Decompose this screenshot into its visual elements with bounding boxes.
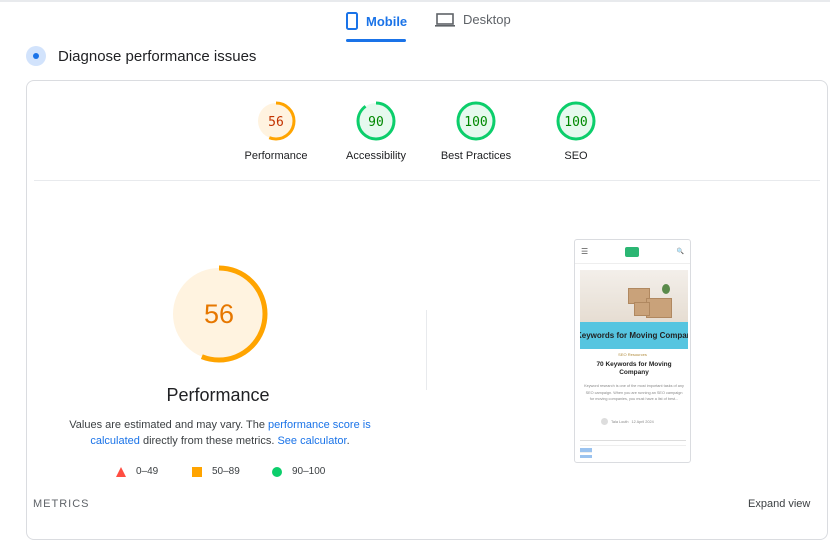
tab-label: Mobile	[366, 13, 408, 29]
search-icon: 🔍	[676, 249, 684, 255]
score-gauge-best-practices[interactable]: 100 Best Practices	[426, 100, 526, 162]
circle-icon	[272, 466, 282, 477]
legend-fail: 0–49	[116, 466, 158, 477]
tab-label: Desktop	[463, 12, 511, 27]
post-meta: Tala Louth 12 April 2024	[601, 418, 654, 425]
expand-view-button[interactable]: Expand view	[748, 498, 810, 510]
square-icon	[192, 466, 202, 477]
tab-mobile[interactable]: Mobile	[346, 12, 407, 30]
smartphone-icon	[346, 12, 358, 30]
divider	[34, 180, 820, 181]
post-excerpt: Keyword research is one of the most impo…	[584, 384, 684, 401]
performance-score-large: 56	[204, 299, 234, 329]
score-gauge-accessibility[interactable]: 90 Accessibility	[326, 100, 426, 162]
score-value: 56	[268, 115, 284, 130]
score-note: Values are estimated and may vary. The p…	[50, 417, 390, 449]
score-gauge-performance[interactable]: 56 Performance	[226, 100, 326, 162]
legend-pass: 90–100	[272, 466, 325, 477]
legend-average: 50–89	[192, 466, 240, 477]
legend-range: 90–100	[292, 466, 326, 477]
performance-title: Performance	[166, 385, 270, 405]
author-name: Tala Louth	[611, 419, 629, 424]
diagnose-icon	[26, 46, 46, 66]
vertical-divider	[426, 310, 427, 390]
site-logo	[625, 246, 640, 257]
active-tab-indicator	[346, 39, 406, 42]
post-category: SEO Resources	[618, 352, 647, 357]
top-border	[0, 0, 830, 2]
note-text: Values are estimated and may vary. The	[69, 419, 268, 431]
hero-banner: Keywords for Moving Company	[580, 322, 688, 349]
section-title: Diagnose performance issues	[58, 47, 257, 65]
legend-range: 50–89	[212, 466, 240, 477]
page-screenshot: ☰ 🔍 Keywords for Moving Company SEO Reso…	[574, 239, 691, 463]
menu-icon: ☰	[581, 247, 589, 256]
note-text: .	[346, 435, 350, 447]
score-label: Accessibility	[346, 150, 406, 162]
keyword-table	[580, 440, 686, 460]
calculator-link[interactable]: See calculator	[277, 435, 346, 447]
score-label: Best Practices	[440, 150, 512, 162]
score-label: SEO	[564, 150, 588, 162]
post-title: 70 Keywords for Moving Company	[596, 361, 672, 376]
metrics-heading: METRICS	[33, 498, 90, 510]
section-header: Diagnose performance issues	[26, 46, 256, 66]
laptop-icon	[435, 12, 455, 27]
score-value: 100	[564, 115, 587, 130]
hero-image	[580, 270, 688, 322]
tab-desktop[interactable]: Desktop	[435, 12, 511, 27]
author-avatar	[601, 418, 608, 425]
triangle-icon	[116, 466, 126, 477]
note-text: directly from these metrics.	[139, 435, 278, 447]
legend-range: 0–49	[136, 466, 159, 477]
score-gauge-seo[interactable]: 100 SEO	[526, 100, 626, 162]
post-date: 12 April 2024	[631, 419, 654, 424]
score-value: 90	[368, 115, 384, 130]
score-label: Performance	[244, 150, 308, 162]
score-value: 100	[464, 115, 487, 130]
performance-gauge-large: 56	[168, 263, 270, 370]
